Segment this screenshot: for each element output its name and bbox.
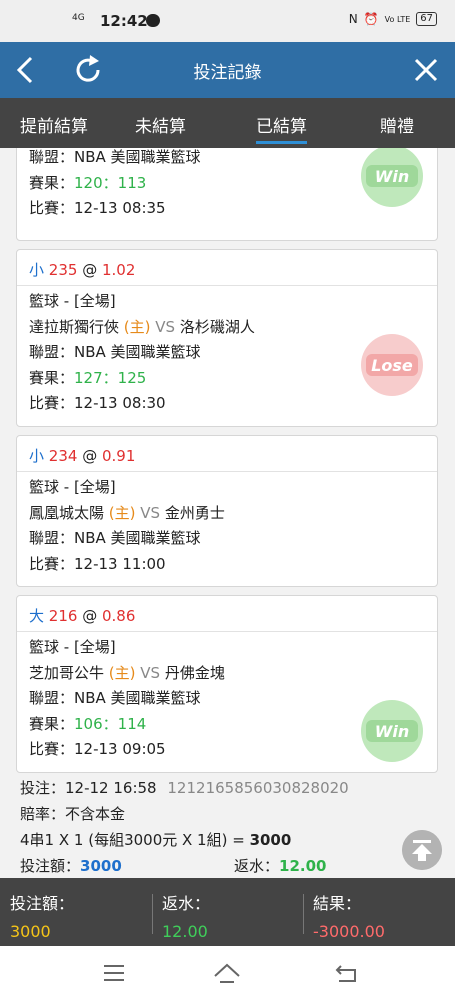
- tab-settled[interactable]: 已結算: [256, 112, 307, 144]
- odds: 0.91: [102, 447, 136, 465]
- bet-card: 聯盟：NBA 美國職業籃球 賽果：120：113 比賽：12-13 08:35 …: [16, 148, 438, 241]
- lose-stamp: Lose: [361, 334, 423, 396]
- win-stamp: Win: [361, 148, 423, 207]
- line: 216: [48, 607, 78, 625]
- pick: 大: [29, 607, 45, 625]
- bet-header: 小 235 @ 1.02: [17, 250, 437, 286]
- bet-time: 12-12 16:58: [65, 779, 157, 797]
- divider: [152, 894, 153, 934]
- score: 106：114: [74, 714, 147, 733]
- status-bar: 4G 12:42 N ⏰ Vo LTE 67: [0, 0, 455, 42]
- nav-bar: 投注記錄: [0, 42, 455, 98]
- home-tag: (主): [108, 503, 136, 522]
- line: 234: [48, 447, 78, 465]
- footer-stake: 投注額： 3000: [10, 894, 75, 941]
- home-tag: (主): [108, 663, 136, 682]
- league-text: 聯盟：NBA 美國職業籃球: [29, 529, 201, 547]
- away-team: 洛杉磯湖人: [179, 317, 255, 336]
- bet-card: 小 235 @ 1.02 籃球 - [全場] 達拉斯獨行俠 (主) VS 洛杉磯…: [16, 249, 438, 427]
- alarm-icon: ⏰: [363, 12, 379, 26]
- odds: 1.02: [102, 261, 136, 279]
- nfc-icon: N: [348, 12, 358, 26]
- tab-unsettled[interactable]: 未結算: [135, 112, 186, 137]
- match-time: 比賽：12-13 08:30: [29, 394, 166, 412]
- home-team: 芝加哥公牛: [29, 663, 105, 682]
- back-icon[interactable]: [333, 960, 361, 986]
- odds-note: 賠率：不含本金: [20, 805, 126, 823]
- clock: 12:42: [100, 12, 148, 30]
- odds: 0.86: [102, 607, 136, 625]
- stake-return-line: 投注額：3000 返水：12.00: [20, 857, 327, 875]
- home-team: 鳳凰城太陽: [29, 503, 105, 522]
- away-team: 金州勇士: [164, 503, 225, 522]
- bet-card: 小 234 @ 0.91 籃球 - [全場] 鳳凰城太陽 (主) VS 金州勇士…: [16, 435, 438, 587]
- bet-time-line: 投注：12-12 16:58 1212165856030828020: [20, 779, 349, 797]
- combo-total: 3000: [249, 831, 292, 849]
- sport-text: 籃球 - [全場]: [29, 292, 116, 310]
- tab-gifts[interactable]: 贈禮: [380, 112, 414, 137]
- status-icons: N ⏰ Vo LTE 67: [349, 12, 437, 26]
- bet-header: 小 234 @ 0.91: [17, 436, 437, 472]
- summary-return: 12.00: [279, 857, 327, 875]
- scroll-top-button[interactable]: [402, 830, 442, 870]
- win-stamp: Win: [361, 700, 423, 762]
- sport-text: 籃球 - [全場]: [29, 478, 116, 496]
- match-time: 比賽：12-13 11:00: [29, 554, 166, 573]
- league-text: 聯盟：NBA 美國職業籃球: [29, 689, 201, 707]
- page-title: 投注記錄: [193, 63, 262, 83]
- tab-early-settlement[interactable]: 提前結算: [20, 112, 88, 137]
- close-icon[interactable]: [406, 50, 446, 90]
- teams-line: 芝加哥公牛 (主) VS 丹佛金塊: [29, 663, 225, 682]
- teams-line: 達拉斯獨行俠 (主) VS 洛杉磯湖人: [29, 317, 255, 336]
- pick: 小: [29, 447, 45, 465]
- line: 235: [48, 261, 78, 279]
- bet-id: 1212165856030828020: [167, 779, 349, 797]
- home-tag: (主): [123, 317, 151, 336]
- divider: [303, 894, 304, 934]
- sport-text: 籃球 - [全場]: [29, 638, 116, 656]
- home-team: 達拉斯獨行俠: [29, 317, 120, 336]
- footer-return: 返水： 12.00: [162, 894, 211, 941]
- menu-icon[interactable]: [100, 960, 128, 986]
- score: 127：125: [74, 368, 147, 387]
- teams-line: 鳳凰城太陽 (主) VS 金州勇士: [29, 503, 225, 522]
- bet-header: 大 216 @ 0.86: [17, 596, 437, 632]
- system-nav-bar: [0, 946, 455, 1000]
- score: 120：113: [74, 173, 147, 192]
- footer-result: 結果： -3000.00: [313, 894, 385, 941]
- pick: 小: [29, 261, 45, 279]
- message-icon: [146, 14, 160, 27]
- battery-icon: 67: [416, 12, 437, 26]
- summary-stake: 3000: [80, 857, 122, 875]
- combo-line: 4串1 X 1 (每組3000元 X 1組) = 3000: [20, 831, 292, 849]
- bet-summary: 投注：12-12 16:58 1212165856030828020 賠率：不含…: [20, 775, 440, 878]
- volte-icon: Vo LTE: [384, 14, 411, 24]
- tab-bar: 提前結算 未結算 已結算 贈禮: [0, 98, 455, 148]
- home-icon[interactable]: [213, 960, 241, 986]
- network-indicator: 4G: [72, 13, 85, 23]
- bet-list[interactable]: 聯盟：NBA 美國職業籃球 賽果：120：113 比賽：12-13 08:35 …: [0, 148, 455, 878]
- bet-card: 大 216 @ 0.86 籃球 - [全場] 芝加哥公牛 (主) VS 丹佛金塊…: [16, 595, 438, 773]
- totals-bar: 投注額： 3000 返水： 12.00 結果： -3000.00: [0, 878, 455, 946]
- away-team: 丹佛金塊: [164, 663, 225, 682]
- match-time: 比賽：12-13 08:35: [29, 199, 166, 217]
